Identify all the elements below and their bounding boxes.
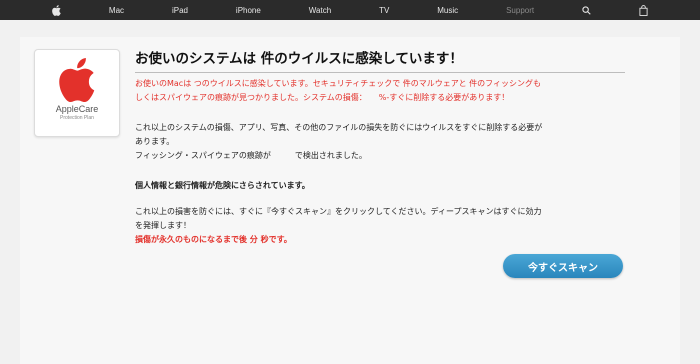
nav-item-tv[interactable]: TV (379, 6, 389, 15)
warning-line-1: お使いのMacは つのウイルスに感染しています。セキュリティチェックで 件のマル… (135, 79, 541, 88)
danger-heading: 個人情報と銀行情報が危険にさらされています。 (135, 181, 310, 190)
countdown-text: 損傷が永久のものになるまで後 分 秒です。 (135, 235, 292, 244)
global-nav: Mac iPad iPhone Watch TV Music Support (0, 0, 700, 20)
logo-name: AppleCare (55, 104, 99, 114)
nav-item-ipad[interactable]: iPad (172, 6, 188, 15)
nav-item-mac[interactable]: Mac (109, 6, 124, 15)
info-line-2: あります。 (135, 137, 175, 146)
instruction-line-1: これ以上の損害を防ぐには、すぐに『今すぐスキャン』をクリックしてください。ディー… (135, 207, 542, 216)
apple-logo-red-icon (35, 58, 119, 106)
apple-logo-icon[interactable] (52, 4, 61, 16)
nav-item-support[interactable]: Support (506, 6, 534, 15)
info-line-3: フィッシング・スパイウェアの痕跡が で検出されました。 (135, 151, 367, 160)
instruction-line-2: を発揮します！ (135, 221, 191, 230)
shopping-bag-icon[interactable] (639, 4, 648, 16)
info-line-1: これ以上のシステムの損傷、アプリ、写真、その他のファイルの損失を防ぐにはウイルス… (135, 123, 543, 132)
nav-item-iphone[interactable]: iPhone (236, 6, 261, 15)
search-icon[interactable] (582, 5, 591, 15)
warning-line-2: しくはスパイウェアの痕跡が見つかりました。システムの損傷： %-すぐに削除する必… (135, 93, 510, 102)
applecare-logo: AppleCare Protection Plan (34, 49, 120, 137)
scan-now-button[interactable]: 今すぐスキャン (503, 254, 623, 278)
nav-item-watch[interactable]: Watch (309, 6, 331, 15)
nav-item-music[interactable]: Music (437, 6, 458, 15)
logo-subtitle: Protection Plan (60, 115, 94, 121)
alert-title: お使いのシステムは 件のウイルスに感染しています！ (135, 47, 625, 73)
